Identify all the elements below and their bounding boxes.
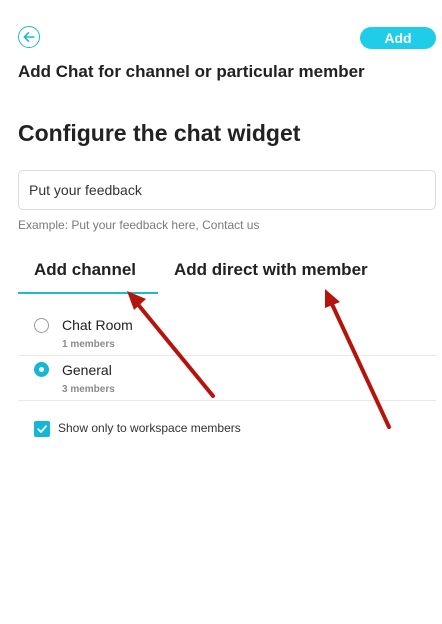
tab-add-direct-member[interactable]: Add direct with member <box>174 260 368 280</box>
feedback-hint: Example: Put your feedback here, Contact… <box>18 218 260 232</box>
channel-radio-general[interactable] <box>34 362 49 377</box>
annotation-arrow-direct-member <box>325 289 391 429</box>
feedback-input[interactable] <box>18 170 436 210</box>
page-title: Configure the chat widget <box>18 120 301 146</box>
arrow-left-icon <box>23 31 35 42</box>
annotation-arrows <box>127 289 391 429</box>
checkmark-icon <box>37 425 47 433</box>
divider <box>18 355 436 356</box>
channel-member-count: 1 members <box>62 339 115 350</box>
page-subtitle: Add Chat for channel or particular membe… <box>18 62 365 81</box>
workspace-members-checkbox[interactable] <box>34 421 50 437</box>
back-button[interactable] <box>18 26 40 48</box>
channel-member-count: 3 members <box>62 384 115 395</box>
divider <box>18 400 436 401</box>
channel-name: General <box>62 362 112 378</box>
workspace-members-label: Show only to workspace members <box>58 421 241 435</box>
tab-add-channel[interactable]: Add channel <box>34 260 136 280</box>
active-tab-indicator <box>18 292 158 294</box>
add-button[interactable]: Add <box>360 27 436 49</box>
channel-radio-chat-room[interactable] <box>34 318 49 333</box>
channel-name: Chat Room <box>62 317 133 333</box>
annotation-arrow-channel <box>127 291 215 398</box>
